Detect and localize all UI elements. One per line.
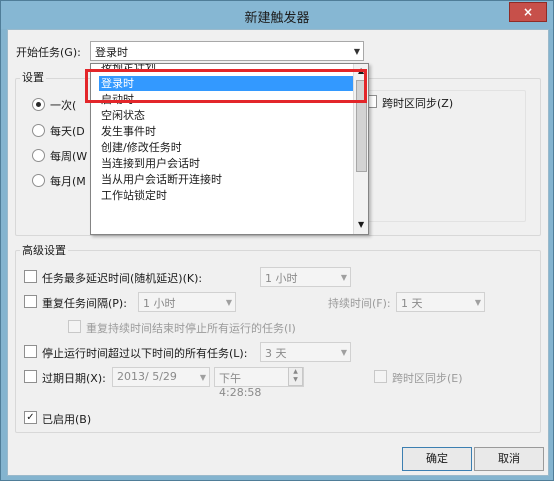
enabled-checkbox[interactable]: ✓ [24,411,37,424]
repeat-label[interactable]: 重复任务间隔(P): [42,295,127,311]
delay-checkbox[interactable] [24,270,37,283]
radio-weekly[interactable] [32,149,45,162]
dropdown-item-session-disconnect[interactable]: 当从用户会话断开连接时 [99,172,353,187]
radio-once[interactable] [32,98,45,111]
chevron-down-icon[interactable]: ▼ [475,298,481,307]
trigger-dialog: 新建触发器 × 开始任务(G): 登录时 ▼ 设置 一次( 每天(D 每周(W … [0,0,554,481]
repeat-checkbox[interactable] [24,295,37,308]
ok-button[interactable]: 确定 [402,447,472,471]
duration-select[interactable]: 1 天 ▼ [396,292,485,312]
stop-over-label[interactable]: 停止运行时间超过以下时间的所有任务(L): [42,345,247,361]
start-task-label: 开始任务(G): [16,46,81,59]
stop-all-label: 重复持续时间结束时停止所有运行的任务(I) [86,322,296,335]
dialog-title: 新建触发器 [244,11,310,26]
expire-label[interactable]: 过期日期(X): [42,370,106,386]
radio-monthly-label[interactable]: 每月(M [50,173,86,189]
chevron-down-icon[interactable]: ▼ [200,373,206,382]
cancel-button[interactable]: 取消 [474,447,544,471]
radio-once-label[interactable]: 一次( [50,97,76,113]
dropdown-item-event[interactable]: 发生事件时 [99,124,353,139]
chevron-down-icon[interactable]: ▼ [226,298,232,307]
expire-sync-checkbox[interactable] [374,370,387,383]
time-spin-icon[interactable]: ▲ ▼ [288,367,303,386]
duration-label: 持续时间(F): [328,297,391,310]
enabled-label[interactable]: 已启用(B) [42,411,91,427]
stop-over-value: 3 天 [265,347,287,360]
sync-timezone-label[interactable]: 跨时区同步(Z) [382,95,453,111]
expire-date-value: 2013/ 5/29 [117,370,177,383]
dropdown-item-idle[interactable]: 空闲状态 [99,108,353,123]
start-task-value: 登录时 [95,46,128,59]
radio-daily[interactable] [32,124,45,137]
expire-date-picker[interactable]: 2013/ 5/29 ▼ [112,367,210,387]
radio-weekly-label[interactable]: 每周(W [50,148,87,164]
repeat-select[interactable]: 1 小时 ▼ [138,292,236,312]
stop-over-checkbox[interactable] [24,345,37,358]
delay-value: 1 小时 [265,272,298,285]
scroll-down-icon[interactable]: ▼ [358,220,364,229]
dropdown-item-create-modify[interactable]: 创建/修改任务时 [99,140,353,155]
expire-time-value: 下午 4:28:58 [219,372,262,399]
stop-all-checkbox[interactable] [68,320,81,333]
duration-value: 1 天 [401,297,423,310]
expire-checkbox[interactable] [24,370,37,383]
chevron-down-icon[interactable]: ▼ [341,348,347,357]
chevron-down-icon[interactable]: ▼ [354,47,360,56]
delay-label[interactable]: 任务最多延迟时间(随机延迟)(K): [42,270,202,286]
chevron-down-icon[interactable]: ▼ [341,273,347,282]
start-task-select[interactable]: 登录时 ▼ [90,41,364,61]
stop-over-select[interactable]: 3 天 ▼ [260,342,351,362]
expire-sync-label: 跨时区同步(E) [392,372,463,385]
advanced-group-title: 高级设置 [20,242,68,258]
highlight-box [85,69,367,103]
repeat-value: 1 小时 [143,297,176,310]
close-button[interactable]: × [509,2,547,22]
settings-group-title: 设置 [20,69,46,85]
title-bar[interactable]: 新建触发器 × [1,1,553,29]
radio-daily-label[interactable]: 每天(D [50,123,85,139]
delay-select[interactable]: 1 小时 ▼ [260,267,351,287]
dropdown-item-workstation-lock[interactable]: 工作站锁定时 [99,188,353,203]
dropdown-item-session-connect[interactable]: 当连接到用户会话时 [99,156,353,171]
radio-monthly[interactable] [32,174,45,187]
